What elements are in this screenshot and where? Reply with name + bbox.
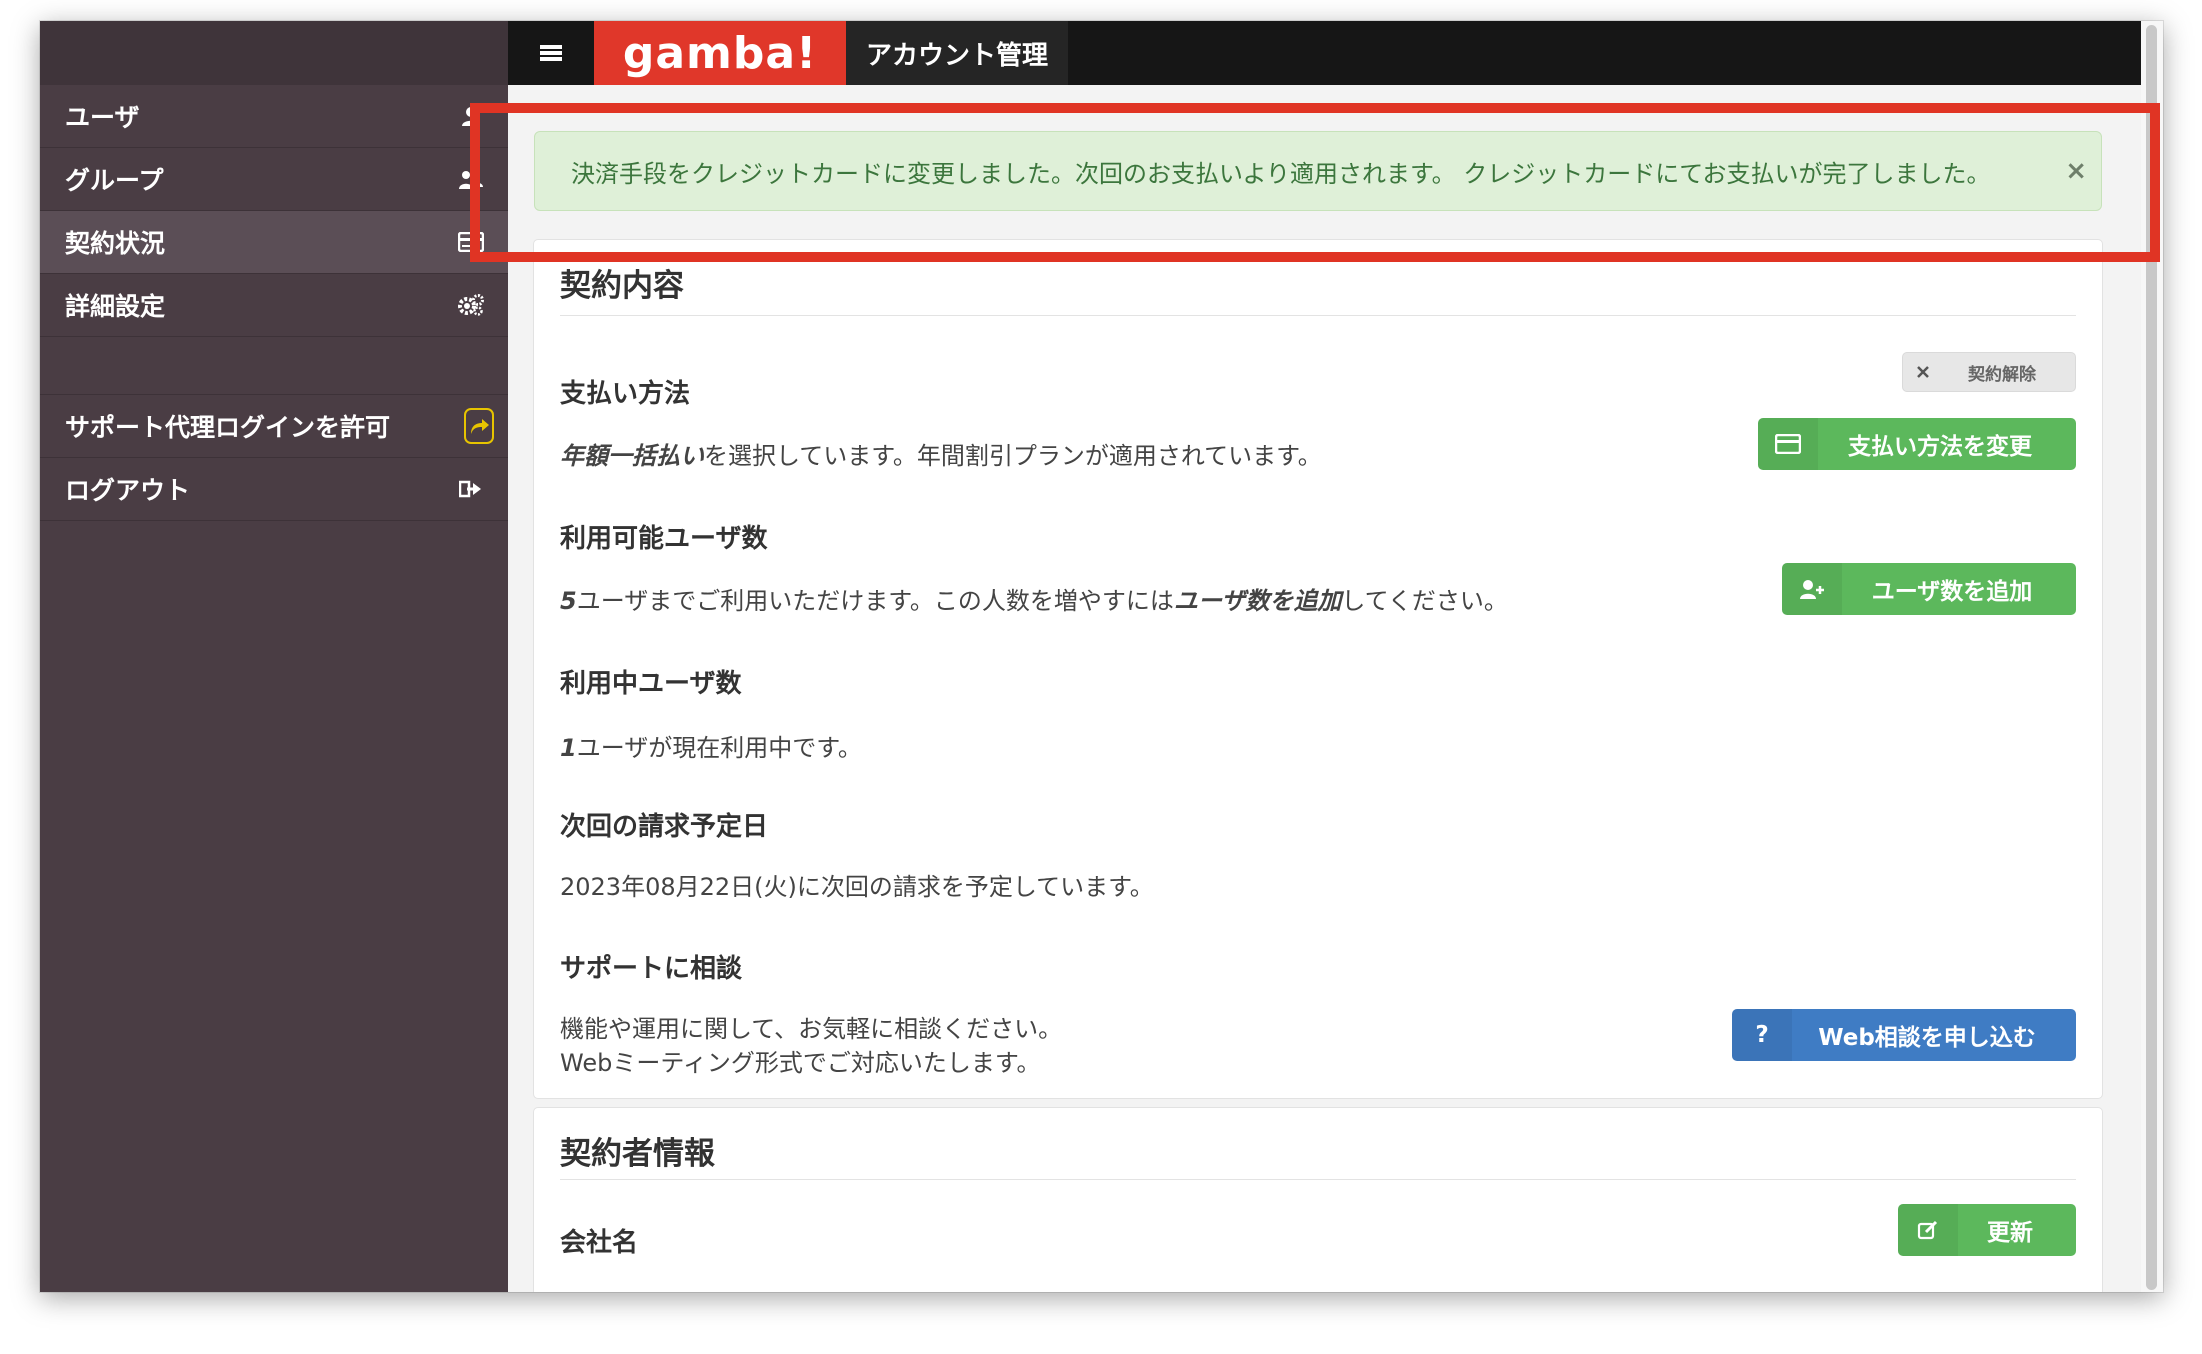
add-users-button[interactable]: ユーザ数を追加 [1782,563,2076,615]
available-users-suffix: してください。 [1341,587,1508,615]
next-billing-label: 次回の請求予定日 [560,812,769,842]
sidebar-item-label: グループ [65,166,164,195]
scrollbar[interactable] [2141,21,2163,1292]
support-label: サポートに相談 [560,954,743,984]
card-icon [456,227,486,257]
active-users-text: 1ユーザが現在利用中です。 [560,728,862,763]
active-users-description: ユーザが現在利用中です。 [576,734,862,762]
app-window: ユーザ グループ 契約状況 詳細設定 サポート代理ログインを許可 ログアウト g… [40,21,2163,1292]
divider [560,1179,2076,1180]
sidebar-header [40,21,508,85]
sidebar-item-users[interactable]: ユーザ [40,85,508,148]
next-billing-text: 2023年08月22日(火)に次回の請求を予定しています。 [560,873,1154,901]
question-icon: ? [1732,1009,1792,1061]
sidebar-item-label: サポート代理ログインを許可 [65,413,391,442]
sidebar-item-label: ユーザ [65,103,140,132]
available-users-description: ユーザまでご利用いただけます。この人数を増やすには [576,587,1174,615]
company-name-label: 会社名 [560,1228,639,1258]
support-text-line1: 機能や運用に関して、お気軽に相談ください。 [560,1015,1063,1043]
update-button[interactable]: 更新 [1898,1204,2076,1256]
payment-method-description: を選択しています。年間割引プランが適用されています。 [704,442,1322,470]
contract-title: 契約内容 [560,268,684,304]
change-payment-method-button[interactable]: 支払い方法を変更 [1758,418,2076,470]
available-users-text: 5ユーザまでご利用いただけます。この人数を増やすにはユーザ数を追加してください。 [560,581,1508,616]
sidebar-item-logout[interactable]: ログアウト [40,458,508,521]
cogs-icon [456,290,486,320]
payment-method-label: 支払い方法 [560,379,691,409]
success-alert: 決済手段をクレジットカードに変更しました。次回のお支払いより適用されます。 クレ… [534,131,2102,211]
contract-panel: 契約内容 契約解除 支払い方法 年額一括払いを選択しています。年間割引プランが適… [533,239,2103,1099]
contractor-title: 契約者情報 [560,1136,715,1172]
sidebar-spacer [40,337,508,395]
available-users-count: 5 [560,587,577,615]
available-users-emphasis: ユーザ数を追加 [1173,587,1342,615]
cancel-contract-button[interactable]: 契約解除 [1902,352,2076,392]
active-users-count: 1 [560,734,577,762]
sidebar-item-settings[interactable]: 詳細設定 [40,274,508,337]
user-icon [456,101,486,131]
sidebar-item-support-login[interactable]: サポート代理ログインを許可 [40,395,508,458]
page-title: アカウント管理 [846,21,1068,85]
alert-message: 決済手段をクレジットカードに変更しました。次回のお支払いより適用されます。 クレ… [571,159,1991,188]
sidebar-item-label: 契約状況 [65,229,166,258]
hamburger-icon [540,43,562,63]
available-users-label: 利用可能ユーザ数 [560,524,768,554]
close-icon [1903,353,1943,391]
web-consult-button[interactable]: ? Web相談を申し込む [1732,1009,2076,1061]
sign-out-icon [456,474,486,504]
share-icon[interactable] [464,408,494,444]
users-icon [456,164,486,194]
divider [560,315,2076,316]
sidebar-item-contract[interactable]: 契約状況 [40,211,508,274]
payment-method-text: 年額一括払いを選択しています。年間割引プランが適用されています。 [560,436,1322,471]
menu-toggle-button[interactable] [508,21,594,85]
scrollbar-thumb[interactable] [2146,25,2157,1290]
close-icon[interactable]: × [2065,156,2087,186]
sidebar: ユーザ グループ 契約状況 詳細設定 サポート代理ログインを許可 ログアウト [40,21,508,1292]
add-user-icon [1782,563,1842,615]
card-icon [1758,418,1818,470]
support-text-line2: Webミーティング形式でご対応いたします。 [560,1049,1041,1077]
sidebar-item-label: ログアウト [65,476,191,505]
brand-logo[interactable]: gamba! [594,21,846,85]
payment-method-emphasis: 年額一括払い [560,442,704,470]
sidebar-item-groups[interactable]: グループ [40,148,508,211]
active-users-label: 利用中ユーザ数 [560,669,742,699]
contractor-panel: 契約者情報 会社名 更新 [533,1107,2103,1292]
sidebar-item-label: 詳細設定 [65,292,166,321]
edit-icon [1898,1204,1958,1256]
top-bar: gamba! アカウント管理 [508,21,2163,85]
